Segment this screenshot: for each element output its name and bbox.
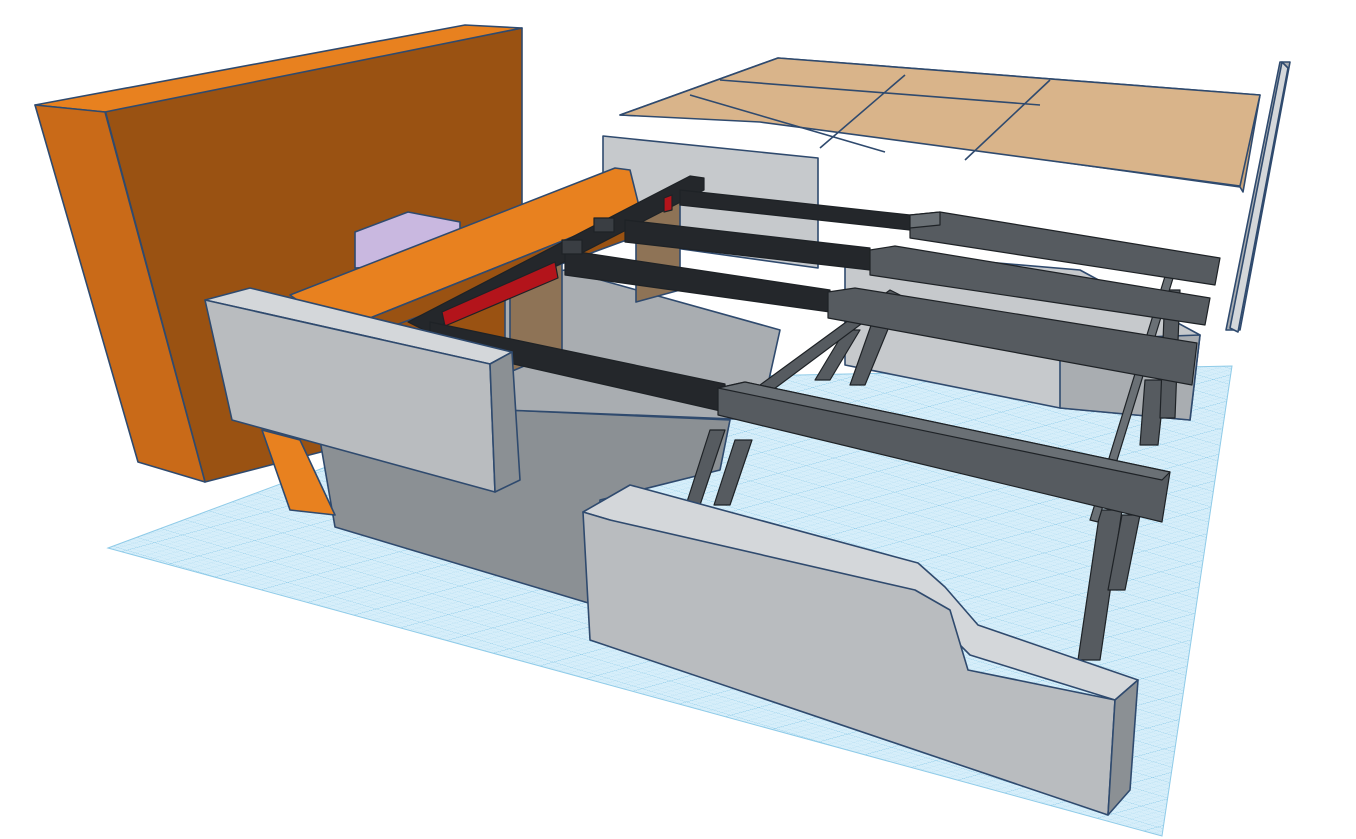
- 3d-viewport[interactable]: [0, 0, 1356, 839]
- scene-canvas[interactable]: [0, 0, 1356, 839]
